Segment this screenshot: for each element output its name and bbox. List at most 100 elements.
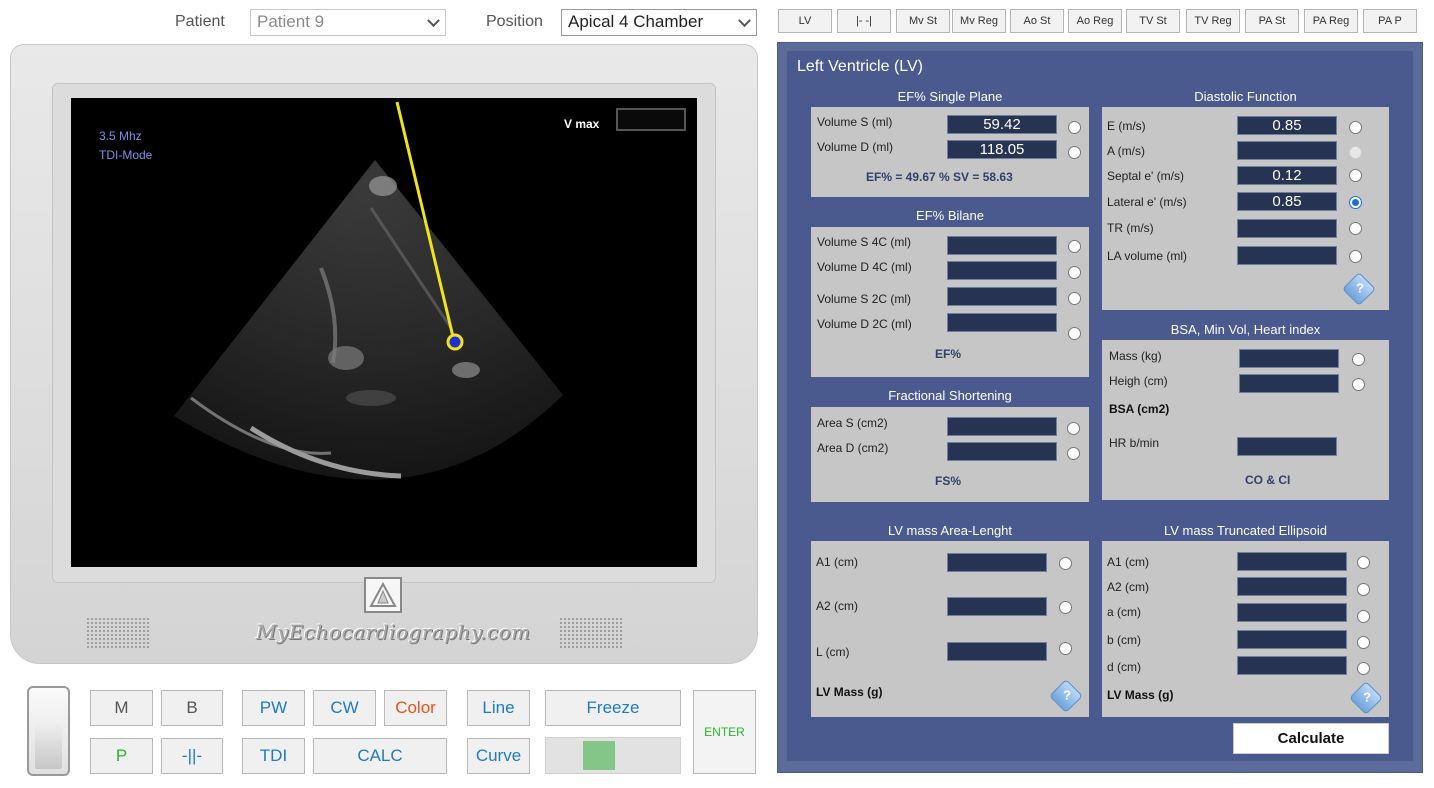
volume-s4c-radio[interactable] (1068, 240, 1081, 253)
split-button[interactable]: -||- (161, 738, 223, 774)
al-l-radio[interactable] (1059, 642, 1072, 655)
volume-s2c-field[interactable] (947, 287, 1057, 306)
septal-e-radio[interactable] (1349, 169, 1362, 182)
mass-radio[interactable] (1352, 353, 1365, 366)
te-a-radio[interactable] (1357, 610, 1370, 623)
tr-radio[interactable] (1349, 222, 1362, 235)
volume-d-field[interactable]: 118.05 (947, 140, 1057, 159)
a-label: A (m/s) (1107, 144, 1145, 158)
te-d-label: d (cm) (1107, 660, 1141, 674)
tab-pa-st[interactable]: PA St (1245, 9, 1299, 33)
volume-s2c-radio[interactable] (1068, 292, 1081, 305)
height-radio[interactable] (1352, 378, 1365, 391)
tab-ao-st[interactable]: Ao St (1010, 9, 1064, 33)
volume-s4c-field[interactable] (947, 236, 1057, 255)
te-a2-field[interactable] (1237, 577, 1347, 596)
al-l-field[interactable] (947, 642, 1047, 661)
diastolic-title: Diastolic Function (1194, 89, 1297, 104)
volume-d4c-field[interactable] (947, 261, 1057, 280)
b-mode-button[interactable]: B (161, 690, 223, 726)
area-d-radio[interactable] (1067, 447, 1080, 460)
al-a2-radio[interactable] (1059, 601, 1072, 614)
tab-ao-reg[interactable]: Ao Reg (1068, 9, 1122, 33)
la-volume-field[interactable] (1237, 246, 1337, 265)
gain-knob[interactable] (27, 686, 70, 776)
color-button[interactable]: Color (384, 690, 447, 726)
pw-button[interactable]: PW (242, 690, 305, 726)
brand-name: MyEchocardiography.com (256, 620, 531, 644)
te-d-radio[interactable] (1357, 662, 1370, 675)
calc-button[interactable]: CALC (313, 738, 447, 774)
calculate-button[interactable]: Calculate (1233, 723, 1389, 754)
height-field[interactable] (1239, 374, 1339, 393)
a-radio[interactable] (1349, 146, 1362, 159)
tab-separator[interactable]: |- -| (837, 9, 891, 33)
lateral-e-radio[interactable] (1349, 196, 1362, 209)
volume-s2c-label: Volume S 2C (ml) (817, 292, 912, 306)
al-a2-field[interactable] (947, 597, 1047, 616)
tab-lv[interactable]: LV (778, 9, 832, 33)
te-a1-field[interactable] (1237, 552, 1347, 571)
help-icon[interactable]: ? (1349, 681, 1383, 715)
te-mass-result: LV Mass (g) (1107, 688, 1174, 702)
te-b-radio[interactable] (1357, 636, 1370, 649)
te-a2-radio[interactable] (1357, 583, 1370, 596)
volume-d-radio[interactable] (1068, 146, 1081, 159)
al-a1-field[interactable] (947, 553, 1047, 572)
panel-title: Left Ventricle (LV) (797, 58, 923, 75)
patient-select[interactable]: Patient 9 (250, 9, 446, 36)
tab-tv-st[interactable]: TV St (1126, 9, 1180, 33)
lateral-e-field[interactable]: 0.85 (1237, 192, 1337, 211)
bsa-result: BSA (cm2) (1109, 402, 1170, 416)
te-a-field[interactable] (1237, 603, 1347, 622)
te-b-field[interactable] (1237, 630, 1347, 649)
tab-pa-p[interactable]: PA P (1363, 9, 1417, 33)
curve-button[interactable]: Curve (467, 738, 530, 774)
e-radio[interactable] (1349, 121, 1362, 134)
area-s-label: Area S (cm2) (817, 416, 888, 430)
volume-d2c-radio[interactable] (1068, 327, 1081, 340)
position-select-value: Apical 4 Chamber (568, 12, 704, 31)
te-d-field[interactable] (1237, 656, 1347, 675)
patient-label: Patient (175, 13, 225, 30)
te-a2-label: A2 (cm) (1107, 580, 1149, 594)
volume-s-field[interactable]: 59.42 (947, 115, 1057, 134)
al-a1-label: A1 (cm) (816, 555, 858, 569)
freeze-button[interactable]: Freeze (545, 690, 681, 726)
la-volume-radio[interactable] (1349, 250, 1362, 263)
help-icon[interactable]: ? (1049, 679, 1083, 713)
position-select[interactable]: Apical 4 Chamber (561, 9, 757, 36)
frame-slider[interactable] (545, 737, 681, 774)
volume-s-radio[interactable] (1068, 121, 1081, 134)
a-field[interactable] (1237, 141, 1337, 160)
area-s-field[interactable] (947, 417, 1057, 436)
al-a1-radio[interactable] (1059, 557, 1072, 570)
mass-field[interactable] (1239, 349, 1339, 368)
frame-slider-thumb[interactable] (583, 741, 615, 770)
tab-tv-reg[interactable]: TV Reg (1186, 9, 1240, 33)
e-field[interactable]: 0.85 (1237, 116, 1337, 135)
cw-button[interactable]: CW (313, 690, 376, 726)
line-button[interactable]: Line (467, 690, 530, 726)
tdi-button[interactable]: TDI (242, 738, 305, 774)
tab-pa-reg[interactable]: PA Reg (1304, 9, 1358, 33)
tab-mv-st[interactable]: Mv St (896, 9, 950, 33)
volume-d4c-radio[interactable] (1068, 266, 1081, 279)
m-mode-button[interactable]: M (90, 690, 153, 726)
height-label: Heigh (cm) (1109, 374, 1168, 388)
te-a1-radio[interactable] (1357, 556, 1370, 569)
ultrasound-screen[interactable]: 3.5 Mhz TDI-Mode V max (71, 98, 697, 567)
help-icon[interactable]: ? (1342, 272, 1376, 306)
septal-e-field[interactable]: 0.12 (1237, 166, 1337, 185)
area-s-radio[interactable] (1067, 422, 1080, 435)
area-d-field[interactable] (947, 442, 1057, 461)
al-mass-result: LV Mass (g) (816, 685, 883, 699)
echo-monitor: 3.5 Mhz TDI-Mode V max MyEchocardiograph… (10, 44, 758, 664)
bsa-title: BSA, Min Vol, Heart index (1170, 322, 1321, 337)
hr-field[interactable] (1237, 437, 1337, 456)
enter-button[interactable]: ENTER (693, 690, 756, 774)
tab-mv-reg[interactable]: Mv Reg (952, 9, 1006, 33)
volume-d2c-field[interactable] (947, 313, 1057, 332)
p-button[interactable]: P (90, 738, 153, 774)
tr-field[interactable] (1237, 219, 1337, 238)
